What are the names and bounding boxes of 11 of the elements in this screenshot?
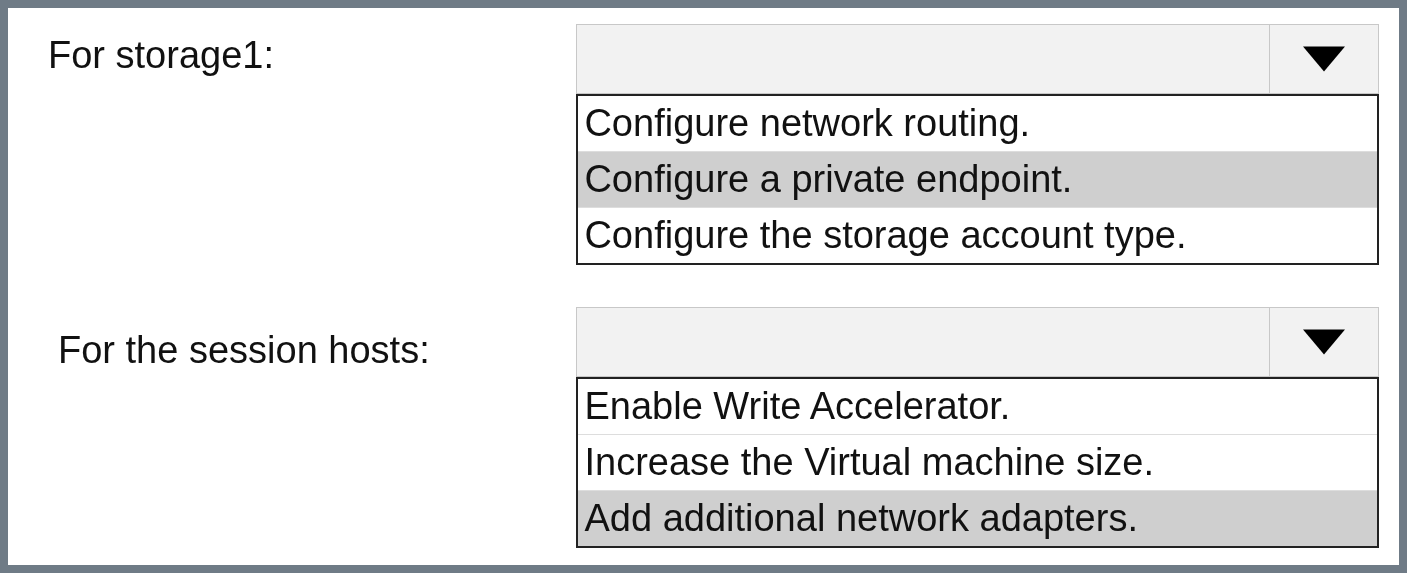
dropdown-field[interactable]: [576, 307, 1379, 377]
dropdown-field[interactable]: [576, 24, 1379, 94]
dropdown-option[interactable]: Configure a private endpoint.: [578, 151, 1377, 207]
dropdown-option[interactable]: Configure network routing.: [578, 96, 1377, 151]
dropdown-option[interactable]: Configure the storage account type.: [578, 207, 1377, 263]
question-label: For the session hosts:: [57, 328, 431, 372]
dropdown-arrow-icon: [1303, 46, 1345, 72]
dropdown-option[interactable]: Enable Write Accelerator.: [578, 379, 1377, 434]
dropdown-option[interactable]: Add additional network adapters.: [578, 490, 1377, 546]
dropdown-arrow-icon: [1303, 329, 1345, 355]
question-label: For storage1:: [48, 33, 275, 77]
